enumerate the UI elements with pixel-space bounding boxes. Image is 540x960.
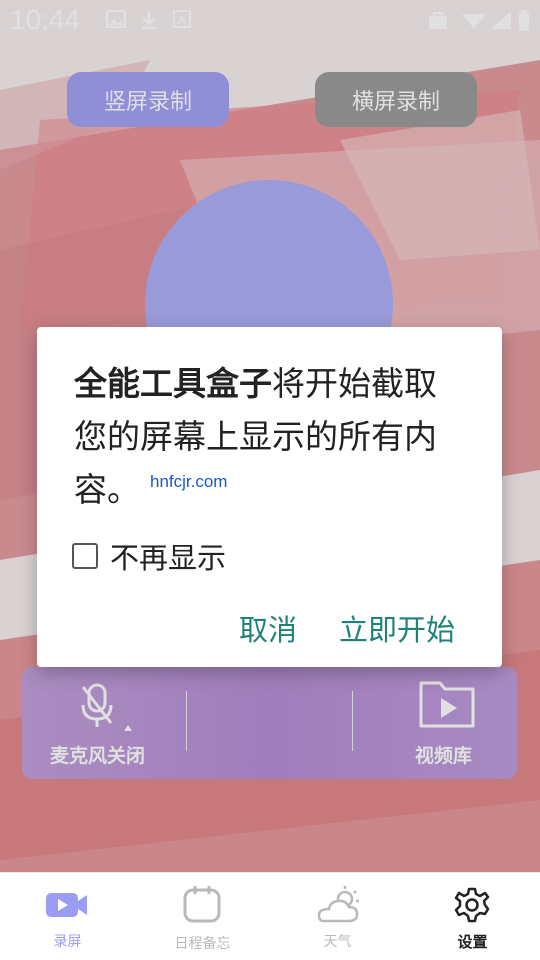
cancel-button[interactable]: 取消 — [239, 607, 297, 649]
dialog-app-name: 全能工具盒子 — [74, 364, 272, 403]
nav-label-weather: 天气 — [323, 934, 352, 950]
dialog-message: 全能工具盒子将开始截取您的屏幕上显示的所有内容。 — [74, 357, 454, 516]
watermark-text: hnfcjr.com — [150, 472, 228, 491]
gear-icon — [454, 887, 490, 927]
video-camera-icon — [46, 891, 88, 923]
nav-item-schedule[interactable]: 日程备忘 — [135, 873, 270, 960]
notebook-icon — [183, 885, 221, 927]
nav-label-settings: 设置 — [457, 933, 488, 951]
dont-show-again-checkbox[interactable] — [72, 543, 98, 569]
nav-item-record[interactable]: 录屏 — [0, 873, 135, 960]
dont-show-again-row[interactable]: 不再显示 — [72, 536, 226, 576]
start-now-button[interactable]: 立即开始 — [339, 607, 455, 649]
bottom-nav: 录屏 日程备忘 天气 设置 — [0, 872, 540, 960]
nav-item-weather[interactable]: 天气 — [270, 873, 405, 960]
screen-capture-dialog: 全能工具盒子将开始截取您的屏幕上显示的所有内容。 不再显示 取消 立即开始 — [37, 327, 502, 667]
nav-label-schedule: 日程备忘 — [174, 936, 231, 952]
nav-item-settings[interactable]: 设置 — [405, 873, 540, 960]
dont-show-again-label: 不再显示 — [110, 541, 227, 575]
nav-label-record: 录屏 — [53, 934, 82, 950]
weather-icon — [315, 885, 361, 929]
